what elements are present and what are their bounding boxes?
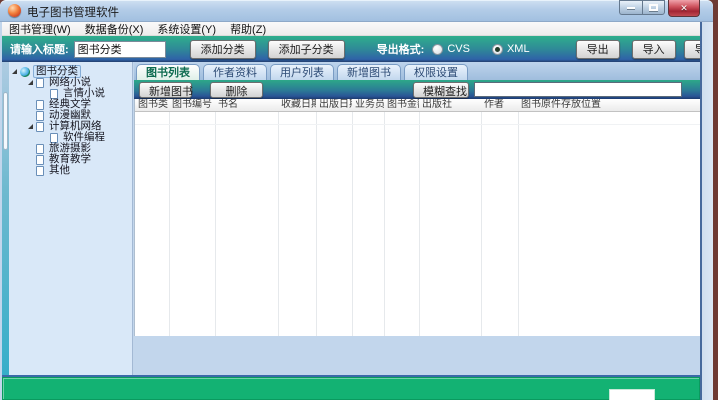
category-tree: 图书分类 网络小说 言情小说 经典文学 [10,66,132,176]
expander-icon[interactable] [12,69,17,74]
radio-cvs-label: CVS [447,43,470,55]
format-option-xml[interactable]: XML [492,43,530,55]
actionbar: 新增图书 删除 模糊查找 [134,80,700,99]
page-icon [36,122,44,132]
tab-book-list[interactable]: 图书列表 [136,64,200,80]
window-controls: ✕ [619,0,700,17]
menu-data-backup[interactable]: 数据备份(X) [78,21,151,37]
radio-xml-icon[interactable] [492,44,503,55]
page-icon [36,78,44,88]
col-amount[interactable]: 图书金额 [384,99,419,111]
menubar: 图书管理(W) 数据备份(X) 系统设置(Y) 帮助(Z) [2,22,711,36]
page-icon [50,133,58,143]
tab-add-book[interactable]: 新增图书 [337,64,401,80]
page-icon [36,144,44,154]
export-button[interactable]: 导出 [576,40,620,59]
col-book-id[interactable]: 图书编号 [169,99,215,111]
import-button[interactable]: 导入 [632,40,676,59]
title-input-label: 请输入标题: [10,41,69,57]
menu-help[interactable]: 帮助(Z) [223,21,273,37]
delete-button[interactable]: 删除 [210,82,263,98]
minimize-button[interactable] [619,0,642,15]
export-format-label: 导出格式: [377,41,425,57]
expander-icon[interactable] [28,124,33,129]
tabstrip: 图书列表 作者资料 用户列表 新增图书 权限设置 [134,62,700,80]
radio-cvs-icon[interactable] [432,44,443,55]
menu-system-settings[interactable]: 系统设置(Y) [150,21,223,37]
radio-xml-label: XML [507,43,530,55]
page-icon [50,89,58,99]
search-input[interactable] [474,82,682,97]
menu-book-management[interactable]: 图书管理(W) [2,21,78,37]
app-window: 电子图书管理软件 ✕ 图书管理(W) 数据备份(X) 系统设置(Y) 帮助(Z)… [0,0,713,400]
col-file-location[interactable]: 图书原件存放位置 [518,99,701,111]
category-tree-panel: 图书分类 网络小说 言情小说 经典文学 [2,62,133,377]
add-book-button[interactable]: 新增图书 [139,82,192,98]
maximize-button[interactable] [642,0,665,15]
add-subcategory-button[interactable]: 添加子分类 [268,40,345,59]
titlebar[interactable]: 电子图书管理软件 ✕ [0,0,713,22]
close-button[interactable]: ✕ [668,0,700,17]
status-panel [2,377,700,400]
app-icon [8,4,21,17]
category-title-input[interactable] [74,41,166,58]
page-icon [36,155,44,165]
tab-permissions[interactable]: 权限设置 [404,64,468,80]
table-body [135,112,701,347]
status-box [609,389,655,400]
tab-author-info[interactable]: 作者资料 [203,64,267,80]
client-area: 图书分类 网络小说 言情小说 经典文学 [2,62,700,377]
book-table: 图书类目 图书编号 书名 收藏日期 出版日期 业务员 图书金额 出版社 作者 图… [134,99,700,373]
table-header: 图书类目 图书编号 书名 收藏日期 出版日期 业务员 图书金额 出版社 作者 图… [135,99,701,112]
minimize-icon [627,7,635,9]
col-publisher[interactable]: 出版社 [419,99,481,111]
maximize-icon [649,4,658,11]
tree-scrollbar-thumb[interactable] [3,92,8,150]
expander-icon[interactable] [28,80,33,85]
fuzzy-search-button[interactable]: 模糊查找 [413,82,469,98]
close-icon: ✕ [680,3,688,14]
window-title: 电子图书管理软件 [27,4,119,20]
tree-item[interactable]: 其他 [10,165,132,176]
main-panel: 图书列表 作者资料 用户列表 新增图书 权限设置 新增图书 删除 模糊查找 图书… [134,62,700,377]
toolbar: 请输入标题: 添加分类 添加子分类 导出格式: CVS XML 导出 导入 导入… [2,36,711,62]
col-category[interactable]: 图书类目 [135,99,169,111]
col-collect-date[interactable]: 收藏日期 [278,99,316,111]
page-icon [36,111,44,121]
col-book-name[interactable]: 书名 [215,99,278,111]
col-author[interactable]: 作者 [481,99,518,111]
col-salesman[interactable]: 业务员 [352,99,384,111]
globe-icon [20,67,30,77]
tree-item[interactable]: 教育教学 [10,154,132,165]
col-publish-date[interactable]: 出版日期 [316,99,352,111]
tree-scrollbar[interactable] [2,62,9,377]
add-category-button[interactable]: 添加分类 [190,40,256,59]
window-right-frame [700,22,713,400]
page-icon [36,166,44,176]
format-option-cvs[interactable]: CVS [432,43,470,55]
tab-user-list[interactable]: 用户列表 [270,64,334,80]
page-icon [36,100,44,110]
